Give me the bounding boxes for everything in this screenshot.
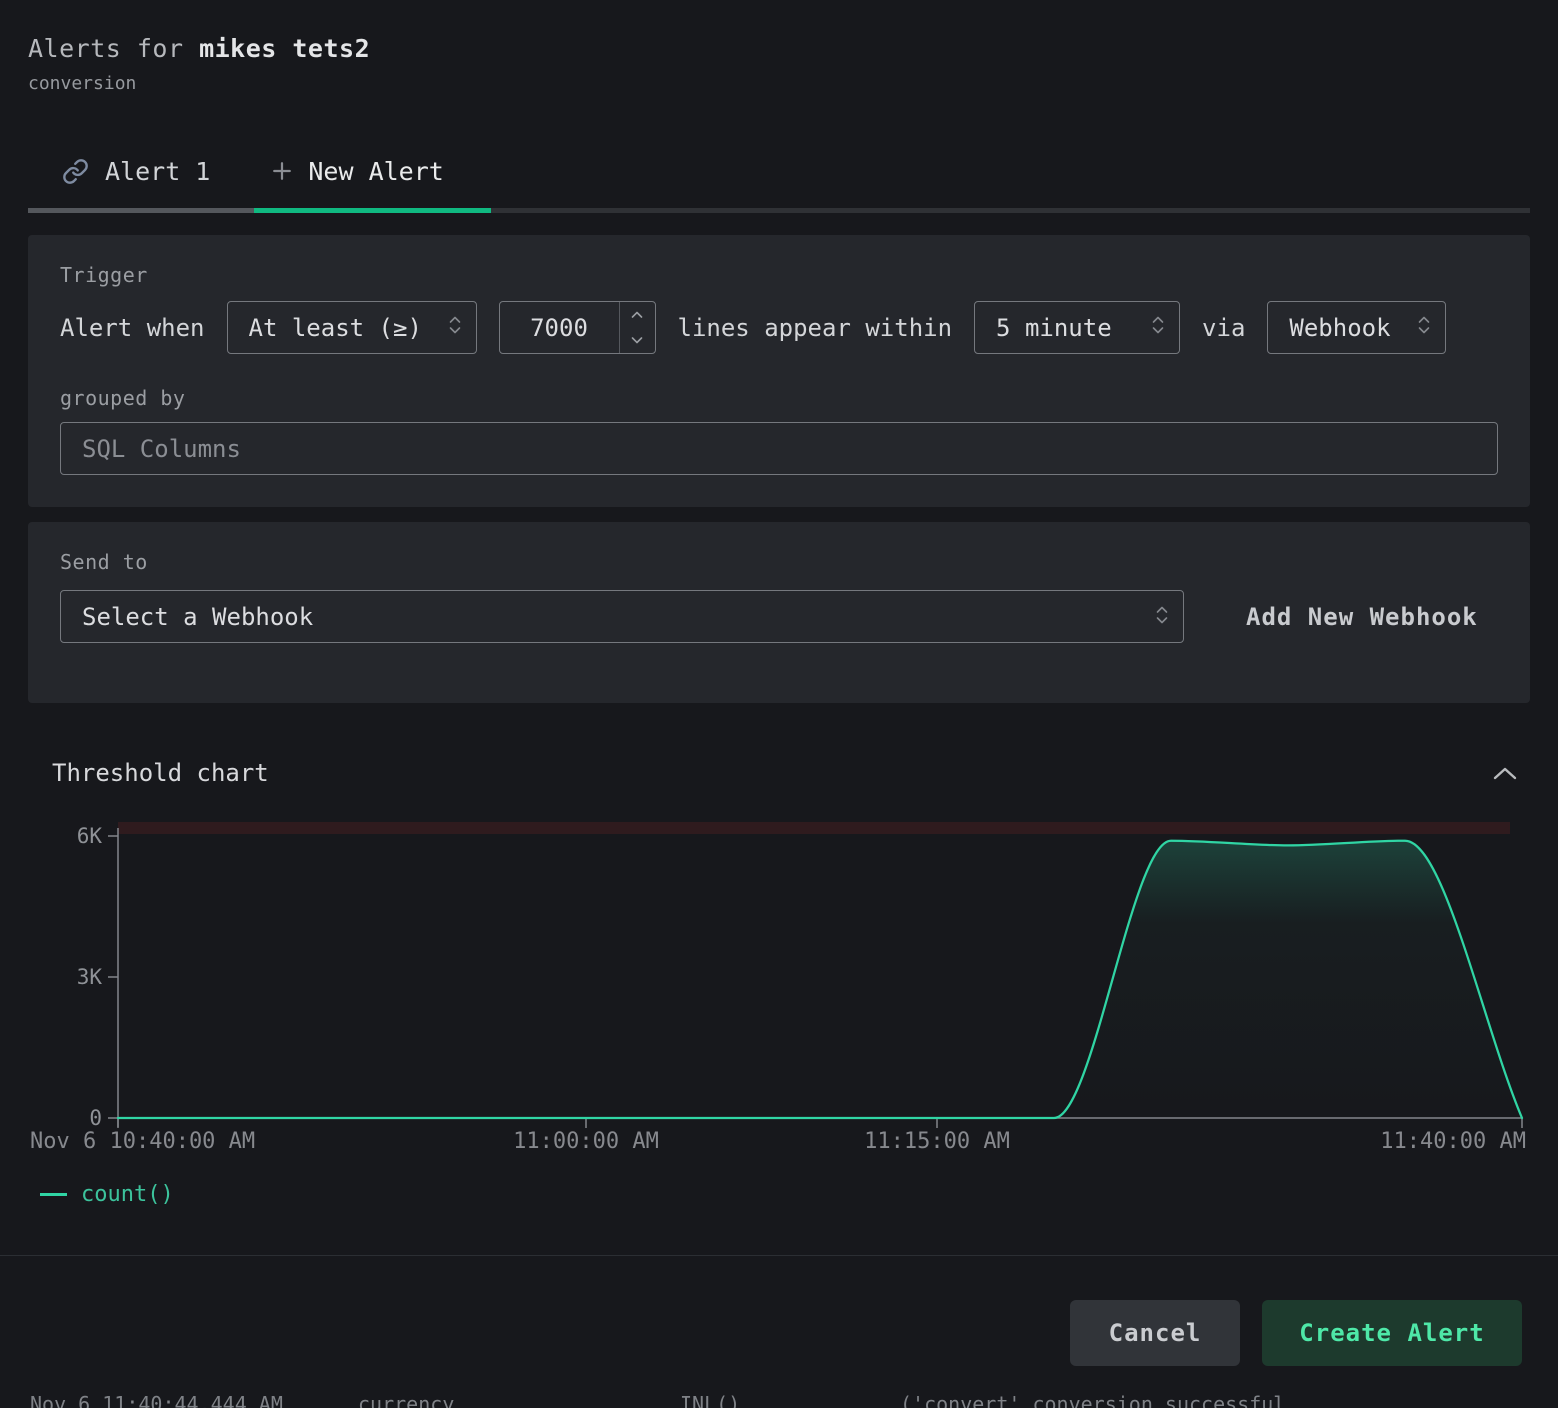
link-icon — [62, 158, 89, 185]
tab-alert-1-label: Alert 1 — [105, 157, 210, 186]
plus-icon — [272, 161, 292, 181]
send-to-row: Select a Webhook Add New Webhook — [60, 590, 1498, 643]
page-title-source-name: mikes tets2 — [199, 34, 370, 63]
threshold-input[interactable] — [500, 314, 619, 342]
threshold-chart: 0 3K 6K Nov 6 10:40:00 AM 11:00:00 AM 11:15:0… — [0, 811, 1558, 1156]
tab-new-alert-label: New Alert — [308, 157, 443, 186]
condition-select-value: At least (≥) — [249, 314, 422, 342]
background-table-row: Nov 6 11:40:44.444 AM currency INL() ('c… — [0, 1392, 1558, 1408]
svg-text:11:40:00 AM: 11:40:00 AM — [1380, 1129, 1526, 1154]
via-text: via — [1202, 314, 1245, 342]
svg-text:11:15:00 AM: 11:15:00 AM — [864, 1129, 1010, 1154]
lines-appear-text: lines appear within — [678, 314, 953, 342]
cancel-button[interactable]: Cancel — [1070, 1300, 1240, 1366]
background-row-field: INL() — [680, 1392, 740, 1408]
threshold-chart-header: Threshold chart — [28, 759, 1530, 787]
threshold-chart-title: Threshold chart — [52, 759, 269, 787]
tab-new-alert[interactable]: New Alert — [272, 157, 443, 186]
alert-modal: Alerts for mikes tets2 conversion Alert … — [0, 0, 1558, 1366]
trigger-panel: Trigger Alert when At least (≥) — [28, 235, 1530, 507]
create-alert-button[interactable]: Create Alert — [1262, 1300, 1522, 1366]
tab-underline — [28, 208, 1530, 213]
webhook-select-value: Select a Webhook — [82, 603, 313, 631]
page-subtitle: conversion — [28, 73, 1530, 94]
time-window-select[interactable]: 5 minute — [974, 301, 1180, 354]
svg-text:3K: 3K — [77, 965, 103, 989]
threshold-number-field — [499, 301, 656, 354]
collapse-chevron-icon[interactable] — [1488, 762, 1522, 785]
spinner-up-button[interactable] — [620, 302, 655, 328]
chevron-updown-icon — [448, 313, 462, 343]
tab-underline-inactive — [28, 208, 254, 213]
spinner-down-button[interactable] — [620, 328, 655, 354]
footer: Cancel Create Alert — [28, 1256, 1530, 1366]
svg-text:Nov 6 10:40:00 AM: Nov 6 10:40:00 AM — [30, 1129, 255, 1154]
svg-text:0: 0 — [89, 1106, 102, 1130]
series-area — [118, 841, 1522, 1118]
legend-item-count[interactable]: count() — [40, 1182, 174, 1207]
threshold-zone — [118, 822, 1510, 834]
webhook-select[interactable]: Select a Webhook — [60, 590, 1184, 643]
trigger-section-label: Trigger — [60, 263, 1498, 287]
background-row-message: ('convert' conversion successful — [900, 1392, 1285, 1408]
page-title-prefix: Alerts for — [28, 34, 184, 63]
background-row-timestamp: Nov 6 11:40:44.444 AM — [30, 1392, 283, 1408]
background-row-field: currency — [358, 1392, 454, 1408]
legend-label: count() — [81, 1182, 174, 1207]
chevron-updown-icon — [1417, 313, 1431, 343]
number-spinner — [619, 302, 655, 353]
page-title: Alerts for mikes tets2 — [28, 34, 1530, 63]
legend-swatch — [40, 1193, 67, 1196]
alert-when-text: Alert when — [60, 314, 205, 342]
add-new-webhook-button[interactable]: Add New Webhook — [1246, 603, 1478, 631]
send-to-label: Send to — [60, 550, 1498, 574]
svg-text:6K: 6K — [77, 824, 103, 848]
threshold-chart-svg: 0 3K 6K Nov 6 10:40:00 AM 11:00:00 AM 11:15:0… — [0, 811, 1558, 1156]
channel-select-value: Webhook — [1289, 314, 1390, 342]
svg-text:11:00:00 AM: 11:00:00 AM — [513, 1129, 659, 1154]
tab-alert-1[interactable]: Alert 1 — [62, 157, 210, 186]
alert-tabs: Alert 1 New Alert — [28, 150, 1530, 192]
send-to-panel: Send to Select a Webhook Add New Webhook — [28, 522, 1530, 703]
channel-select[interactable]: Webhook — [1267, 301, 1446, 354]
tab-underline-active — [254, 208, 491, 213]
grouped-by-label: grouped by — [60, 386, 1498, 410]
chevron-updown-icon — [1155, 603, 1169, 631]
time-window-select-value: 5 minute — [996, 314, 1112, 342]
chevron-updown-icon — [1151, 313, 1165, 343]
condition-select[interactable]: At least (≥) — [227, 301, 477, 354]
group-by-input[interactable] — [60, 422, 1498, 475]
trigger-row: Alert when At least (≥) — [60, 301, 1498, 354]
